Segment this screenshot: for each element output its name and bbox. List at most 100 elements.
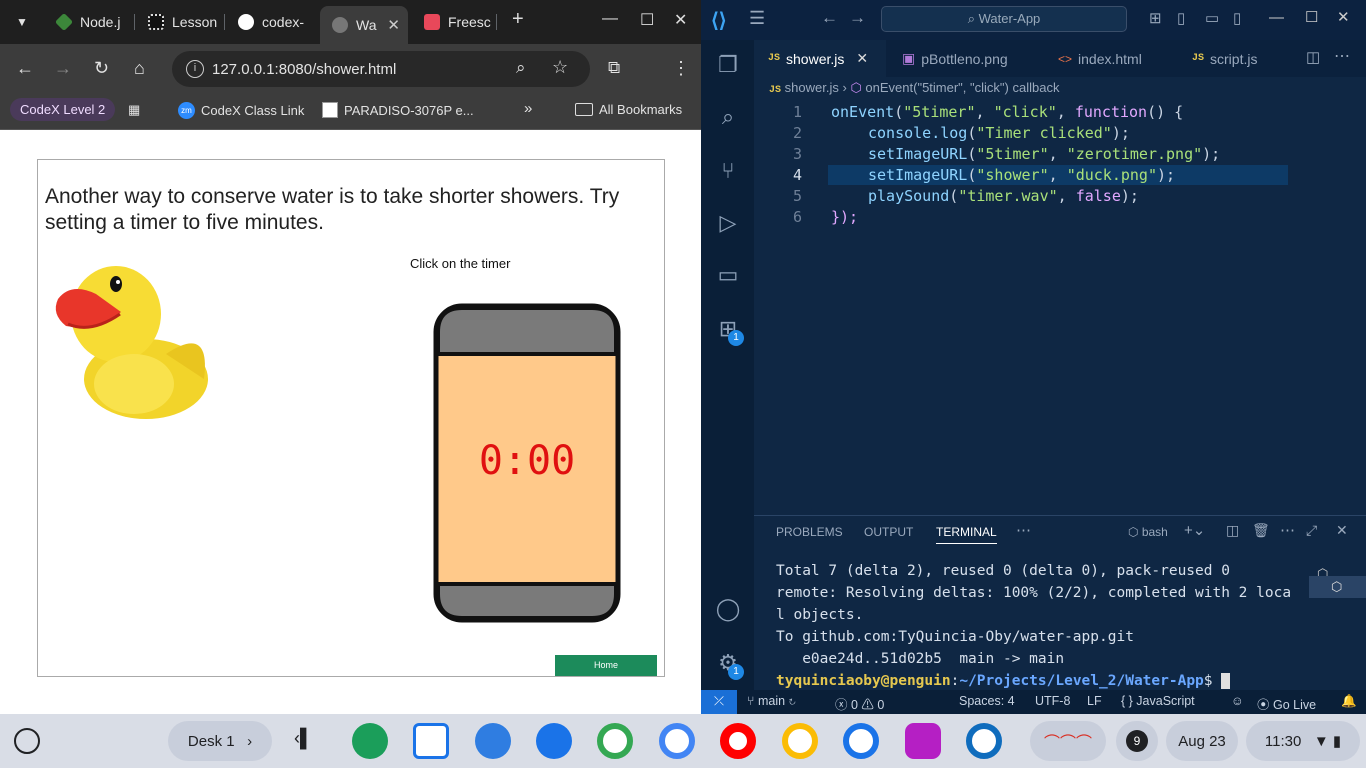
- source-control-icon[interactable]: ⑂: [715, 158, 741, 184]
- notification-counter[interactable]: 9: [1116, 721, 1158, 761]
- more-actions-icon[interactable]: ⋯: [1334, 46, 1350, 66]
- bookmark-paradiso[interactable]: PARADISO-3076P e...: [322, 102, 474, 118]
- nav-back-icon[interactable]: ←: [821, 8, 838, 28]
- apps-grid-icon[interactable]: ▦: [128, 102, 140, 118]
- problems-indicator[interactable]: ⓧ 0 ⚠ 0: [835, 694, 884, 713]
- breadcrumb-file[interactable]: shower.js: [785, 80, 839, 95]
- photos-icon[interactable]: [782, 723, 818, 759]
- close-panel-icon[interactable]: ✕: [1336, 522, 1348, 539]
- nav-forward-icon[interactable]: →: [849, 8, 866, 28]
- notifications-icon[interactable]: 🔔: [1341, 694, 1357, 709]
- bookmark-star-icon[interactable]: ☆: [552, 57, 568, 78]
- close-icon[interactable]: ✕: [387, 16, 400, 34]
- forward-icon[interactable]: →: [54, 58, 72, 79]
- tab-lesson[interactable]: Lesson: [136, 6, 222, 38]
- terminal-instance-active-icon[interactable]: ⬡: [1309, 576, 1366, 598]
- go-live-button[interactable]: ⦿ Go Live: [1257, 694, 1316, 713]
- split-terminal-icon[interactable]: ◫: [1226, 522, 1239, 539]
- date-tray[interactable]: Aug 23: [1166, 721, 1238, 761]
- tab-water-app[interactable]: Wa ✕: [320, 6, 408, 44]
- youtube-icon[interactable]: [720, 723, 756, 759]
- menu-icon[interactable]: ☰: [749, 8, 765, 29]
- run-debug-icon[interactable]: ▷: [715, 210, 741, 236]
- outlook-icon[interactable]: [966, 723, 1002, 759]
- new-terminal-icon[interactable]: +⌄: [1184, 521, 1205, 539]
- breadcrumb-separator: ›: [842, 80, 847, 95]
- extensions-icon[interactable]: ⧉: [608, 58, 620, 78]
- encoding-indicator[interactable]: UTF-8: [1035, 694, 1070, 708]
- toggle-panel-icon[interactable]: ▭: [1205, 9, 1219, 27]
- home-icon[interactable]: ⌂: [134, 58, 145, 79]
- split-editor-icon[interactable]: ◫: [1306, 48, 1320, 66]
- more-bookmarks-icon[interactable]: »: [524, 100, 532, 117]
- tab-freesound[interactable]: Freesc: [412, 6, 492, 38]
- calendar-icon[interactable]: [413, 723, 449, 759]
- terminal-shell[interactable]: ⬡ bash: [1128, 525, 1168, 539]
- layout-icon[interactable]: ⊞: [1149, 9, 1162, 27]
- timer-image[interactable]: 0:00: [432, 302, 622, 624]
- page-heading: Another way to conserve water is to take…: [45, 185, 620, 234]
- copilot-icon[interactable]: ☺: [1231, 694, 1244, 708]
- home-button[interactable]: Home: [555, 655, 657, 676]
- shelf-overflow-icon[interactable]: ‹▌: [294, 728, 330, 754]
- toggle-secondary-sidebar-icon[interactable]: ▯: [1233, 9, 1241, 27]
- tab-problems[interactable]: PROBLEMS: [776, 525, 843, 539]
- terminal-prompt[interactable]: tyquinciaoby@penguin:~/Projects/Level_2/…: [776, 673, 1231, 689]
- editor-tab-index-html[interactable]: <> index.html: [1044, 40, 1174, 77]
- tab-output[interactable]: OUTPUT: [864, 525, 913, 539]
- tab-node[interactable]: Node.j: [44, 6, 132, 38]
- branch-indicator[interactable]: ⑂ main ↻: [747, 694, 796, 708]
- maximize-icon[interactable]: ☐: [1305, 8, 1318, 26]
- panel-more-icon[interactable]: ⋯: [1280, 521, 1295, 539]
- indent-indicator[interactable]: Spaces: 4: [959, 694, 1015, 708]
- maximize-icon[interactable]: ☐: [640, 10, 654, 30]
- editor-tab-shower-js[interactable]: JS shower.js ✕: [754, 40, 886, 77]
- command-center-search[interactable]: ⌕ Water-App: [881, 6, 1127, 32]
- remote-icon[interactable]: ⤫: [701, 690, 737, 714]
- close-window-icon[interactable]: ✕: [1337, 8, 1350, 26]
- purple-app-icon[interactable]: [905, 723, 941, 759]
- recording-tray[interactable]: ⌒⌒⌒: [1030, 721, 1106, 761]
- code-editor[interactable]: 1 2 3 4 5 6 onEvent("5timer", "click", f…: [754, 100, 1366, 510]
- site-info-icon[interactable]: i: [186, 60, 204, 78]
- close-window-icon[interactable]: ✕: [674, 10, 687, 30]
- editor-tab-script-js[interactable]: JS script.js: [1178, 40, 1298, 77]
- new-tab-icon[interactable]: +: [512, 8, 524, 31]
- accounts-icon[interactable]: ◯: [715, 596, 741, 622]
- toggle-sidebar-icon[interactable]: ▯: [1177, 9, 1185, 27]
- remote-explorer-icon[interactable]: ▭: [715, 262, 741, 288]
- minimize-icon[interactable]: —: [602, 10, 618, 28]
- breadcrumb-symbol[interactable]: onEvent("5timer", "click") callback: [865, 80, 1059, 95]
- address-bar[interactable]: i 127.0.0.1:8080/shower.html ⌕ ☆: [172, 51, 590, 87]
- reload-icon[interactable]: ↻: [94, 58, 109, 79]
- zoom-icon[interactable]: ⌕: [516, 58, 526, 78]
- files-icon[interactable]: [475, 723, 511, 759]
- apps-icon[interactable]: [352, 723, 388, 759]
- duck-image[interactable]: [46, 254, 211, 424]
- desk-switcher[interactable]: Desk 1 ›: [168, 721, 272, 761]
- editor-tab-pbottleno[interactable]: ▣ pBottleno.png: [888, 40, 1042, 77]
- play-store-icon[interactable]: [659, 723, 695, 759]
- tab-search-dropdown[interactable]: ▼: [6, 6, 40, 38]
- search-icon[interactable]: ⌕: [715, 104, 741, 130]
- meet-icon[interactable]: [597, 723, 633, 759]
- profile-chip[interactable]: CodeX Level 2: [10, 98, 116, 121]
- launcher-icon[interactable]: [14, 728, 40, 754]
- trash-icon[interactable]: 🗑: [1252, 522, 1270, 539]
- minimize-icon[interactable]: —: [1269, 9, 1284, 26]
- eol-indicator[interactable]: LF: [1087, 694, 1102, 708]
- back-icon[interactable]: ←: [16, 58, 34, 79]
- tab-terminal[interactable]: TERMINAL: [936, 525, 997, 544]
- chat-icon[interactable]: [536, 723, 572, 759]
- close-icon[interactable]: ✕: [856, 50, 868, 67]
- bookmark-codex-class[interactable]: zm CodeX Class Link: [178, 102, 304, 119]
- more-icon[interactable]: ⋯: [1016, 521, 1031, 539]
- tab-github[interactable]: codex-: [226, 6, 314, 38]
- maximize-panel-icon[interactable]: ⤢: [1306, 522, 1317, 539]
- all-bookmarks[interactable]: All Bookmarks: [575, 102, 682, 117]
- menu-icon[interactable]: ⋮: [672, 58, 690, 79]
- status-tray[interactable]: 11:30 ▼ ▮: [1246, 721, 1360, 761]
- vscode-app-icon[interactable]: [843, 723, 879, 759]
- explorer-icon[interactable]: ❐: [715, 52, 741, 78]
- language-indicator[interactable]: { } JavaScript: [1121, 694, 1195, 708]
